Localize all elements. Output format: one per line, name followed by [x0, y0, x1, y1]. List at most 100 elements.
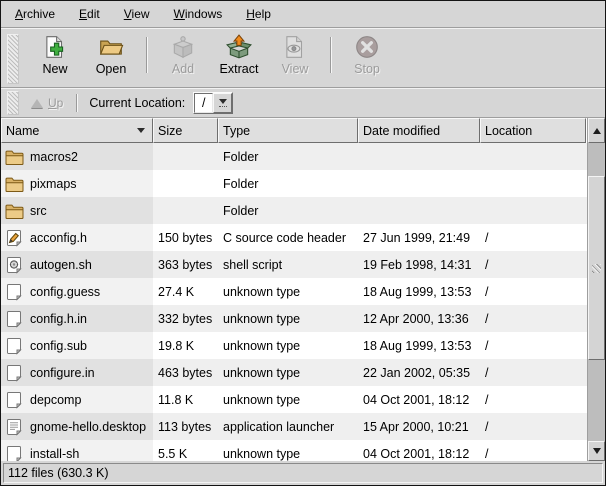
scrollbar-grip-icon — [592, 264, 601, 273]
location-value[interactable]: / — [194, 93, 213, 113]
location-bar-drag-handle[interactable] — [7, 91, 19, 115]
file-icon — [4, 444, 24, 462]
table-row[interactable]: gnome-hello.desktop 113 bytesapplication … — [1, 413, 587, 440]
toolbar: New Open Add Extract View Stop — [1, 28, 605, 88]
open-button-label: Open — [96, 63, 127, 76]
cell-name: autogen.sh — [1, 251, 153, 278]
menu-archive[interactable]: Archive — [3, 3, 67, 25]
cell-type: unknown type — [218, 305, 358, 332]
file-name-label: pixmaps — [30, 177, 77, 191]
vertical-scrollbar[interactable] — [587, 118, 605, 461]
cell-size — [153, 197, 218, 224]
table-row[interactable]: install-sh5.5 Kunknown type04 Oct 2001, … — [1, 440, 587, 461]
chevron-down-icon — [219, 99, 227, 104]
file-icon — [4, 363, 24, 383]
cell-type: application launcher — [218, 413, 358, 440]
column-header-date-modified[interactable]: Date modified — [358, 118, 480, 143]
column-header-type[interactable]: Type — [218, 118, 358, 143]
table-row[interactable]: pixmapsFolder — [1, 170, 587, 197]
add-button[interactable]: Add — [155, 32, 211, 77]
file-icon — [4, 390, 24, 410]
table-row[interactable]: config.guess27.4 Kunknown type18 Aug 199… — [1, 278, 587, 305]
scroll-down-button[interactable] — [588, 441, 605, 461]
file-name-label: configure.in — [30, 366, 95, 380]
extract-button[interactable]: Extract — [211, 32, 267, 77]
cell-date: 18 Aug 1999, 13:53 — [358, 278, 480, 305]
table-row[interactable]: config.h.in332 bytesunknown type12 Apr 2… — [1, 305, 587, 332]
cell-location: / — [480, 413, 586, 440]
file-icon — [4, 309, 24, 329]
view-button[interactable]: View — [267, 32, 323, 77]
scroll-up-button[interactable] — [588, 118, 605, 143]
cell-location: / — [480, 224, 586, 251]
cell-date — [358, 143, 480, 170]
cell-location: / — [480, 278, 586, 305]
file-name-label: gnome-hello.desktop — [30, 420, 146, 434]
cell-name: gnome-hello.desktop — [1, 413, 153, 440]
cell-location — [480, 143, 586, 170]
table-row[interactable]: srcFolder — [1, 197, 587, 224]
cell-type: unknown type — [218, 359, 358, 386]
column-header-name[interactable]: Name — [1, 118, 153, 143]
stop-button[interactable]: Stop — [339, 32, 395, 77]
toolbar-drag-handle[interactable] — [7, 34, 19, 84]
file-name-label: install-sh — [30, 447, 79, 461]
file-name-label: src — [30, 204, 47, 218]
cell-name: config.guess — [1, 278, 153, 305]
menu-help[interactable]: Help — [234, 3, 283, 25]
cell-location: / — [480, 359, 586, 386]
extract-button-label: Extract — [220, 63, 259, 76]
table-row[interactable]: config.sub19.8 Kunknown type18 Aug 1999,… — [1, 332, 587, 359]
new-button-label: New — [42, 63, 67, 76]
cell-type: Folder — [218, 143, 358, 170]
location-bar: Up Current Location: / — [1, 88, 605, 117]
location-dropdown-button[interactable] — [213, 93, 232, 113]
cell-date — [358, 197, 480, 224]
view-button-label: View — [282, 63, 309, 76]
toolbar-separator — [146, 37, 148, 73]
table-row[interactable]: autogen.sh363 bytesshell script19 Feb 19… — [1, 251, 587, 278]
archive-manager-window: ArchiveEditViewWindowsHelp NewOpenAddExt… — [0, 0, 606, 486]
cell-type: shell script — [218, 251, 358, 278]
up-button[interactable]: Up — [25, 94, 69, 112]
folder-icon — [4, 201, 24, 221]
location-combo[interactable]: / — [193, 92, 233, 114]
sort-descending-icon — [137, 128, 145, 133]
scrollbar-track[interactable] — [588, 143, 605, 441]
table-row[interactable]: configure.in463 bytesunknown type22 Jan … — [1, 359, 587, 386]
table-row[interactable]: depcomp11.8 Kunknown type04 Oct 2001, 18… — [1, 386, 587, 413]
file-text-icon — [4, 417, 24, 437]
cell-size — [153, 143, 218, 170]
cell-date: 15 Apr 2000, 10:21 — [358, 413, 480, 440]
menu-view[interactable]: View — [112, 3, 162, 25]
menu-edit[interactable]: Edit — [67, 3, 112, 25]
column-header-label: Size — [158, 124, 213, 138]
cell-date: 04 Oct 2001, 18:12 — [358, 440, 480, 461]
status-bar: 112 files (630.3 K) — [1, 461, 605, 485]
cell-size: 463 bytes — [153, 359, 218, 386]
table-row[interactable]: macros2Folder — [1, 143, 587, 170]
cell-location: / — [480, 440, 586, 461]
column-header-location[interactable]: Location — [480, 118, 586, 143]
cell-date: 04 Oct 2001, 18:12 — [358, 386, 480, 413]
column-header-size[interactable]: Size — [153, 118, 218, 143]
open-button[interactable]: Open — [83, 32, 139, 77]
toolbar-buttons: New Open Add Extract View Stop — [27, 32, 395, 77]
cell-type: unknown type — [218, 386, 358, 413]
file-list: Name Size TypeDate modifiedLocation macros… — [1, 117, 605, 461]
cell-size: 19.8 K — [153, 332, 218, 359]
menu-windows[interactable]: Windows — [162, 3, 235, 25]
cell-name: src — [1, 197, 153, 224]
scrollbar-thumb[interactable] — [588, 176, 605, 360]
cell-location: / — [480, 386, 586, 413]
view-file-icon — [282, 34, 308, 60]
cell-size: 113 bytes — [153, 413, 218, 440]
table-row[interactable]: acconfig.h150 bytesC source code header2… — [1, 224, 587, 251]
cell-location — [480, 197, 586, 224]
new-button[interactable]: New — [27, 32, 83, 77]
folder-icon — [4, 174, 24, 194]
column-header-label: Name — [6, 124, 137, 138]
cell-size: 27.4 K — [153, 278, 218, 305]
file-script-icon — [4, 255, 24, 275]
scroll-down-icon — [593, 448, 601, 454]
